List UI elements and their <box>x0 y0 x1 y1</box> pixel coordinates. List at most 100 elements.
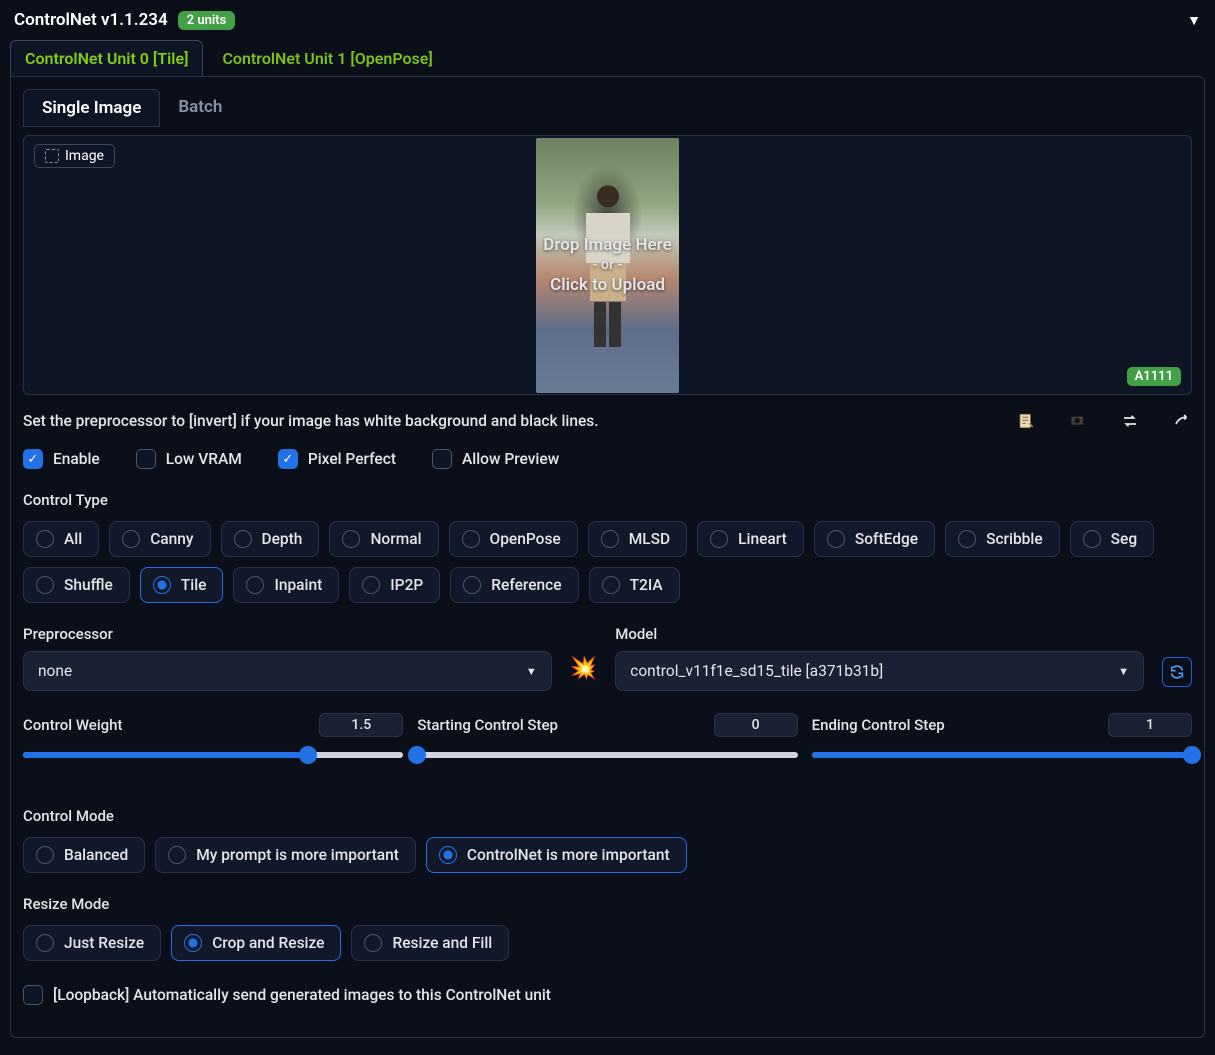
control-type-canny[interactable]: Canny <box>109 521 210 557</box>
radio-dot <box>601 530 619 548</box>
image-action-icons <box>1016 411 1192 431</box>
a1111-badge: A1111 <box>1127 367 1181 386</box>
radio-dot <box>342 530 360 548</box>
control-type-mlsd[interactable]: MLSD <box>588 521 687 557</box>
image-dropzone[interactable]: Image Drop Image Here - or - Click to Up… <box>23 135 1192 395</box>
radio-dot <box>463 576 481 594</box>
cb-allow-preview[interactable]: Allow Preview <box>432 449 559 469</box>
image-chip-label: Image <box>65 148 104 164</box>
cb-label: Enable <box>53 450 100 468</box>
slider-track[interactable] <box>23 743 403 767</box>
radio-dot <box>36 530 54 548</box>
slider-label: Starting Control Step <box>417 716 558 734</box>
preprocessor-select[interactable]: none ▼ <box>23 651 552 691</box>
tab-label: ControlNet Unit 1 [OpenPose] <box>222 49 432 68</box>
radio-dot <box>710 530 728 548</box>
resize-mode-crop-and-resize[interactable]: Crop and Resize <box>171 925 341 961</box>
radio-label: Seg <box>1111 530 1137 548</box>
slider-value-input[interactable]: 1.5 <box>319 713 403 737</box>
radio-dot <box>958 530 976 548</box>
preprocessor-col: Preprocessor none ▼ <box>23 625 552 691</box>
sub-tab-batch[interactable]: Batch <box>160 89 240 127</box>
radio-label: All <box>64 530 82 548</box>
webcam-icon[interactable] <box>1068 411 1088 431</box>
slider-starting-step: Starting Control Step 0 <box>417 713 797 767</box>
control-type-tile[interactable]: Tile <box>140 567 224 603</box>
sub-tab-label: Single Image <box>42 98 141 118</box>
run-preprocessor-icon[interactable]: 💥 <box>570 656 597 691</box>
swap-icon[interactable] <box>1120 411 1140 431</box>
slider-control-weight: Control Weight 1.5 <box>23 713 403 767</box>
collapse-caret-icon[interactable]: ▼ <box>1187 12 1201 29</box>
control-type-t2ia[interactable]: T2IA <box>589 567 680 603</box>
resize-mode-resize-and-fill[interactable]: Resize and Fill <box>351 925 509 961</box>
preprocessor-value: none <box>38 662 72 680</box>
send-icon[interactable] <box>1172 411 1192 431</box>
slider-value-input[interactable]: 1 <box>1108 713 1192 737</box>
slider-ending-step: Ending Control Step 1 <box>812 713 1192 767</box>
control-type-seg[interactable]: Seg <box>1070 521 1154 557</box>
model-value: control_v11f1e_sd15_tile [a371b31b] <box>630 662 883 680</box>
control-type-ip2p[interactable]: IP2P <box>349 567 440 603</box>
drop-text-or: - or - <box>592 257 622 273</box>
radio-label: Just Resize <box>64 934 144 952</box>
control-type-scribble[interactable]: Scribble <box>945 521 1060 557</box>
unit-tabs: ControlNet Unit 0 [Tile] ControlNet Unit… <box>0 40 1215 76</box>
cb-low-vram[interactable]: Low VRAM <box>136 449 242 469</box>
control-type-openpose[interactable]: OpenPose <box>449 521 578 557</box>
control-type-inpaint[interactable]: Inpaint <box>233 567 339 603</box>
control-mode-label: Control Mode <box>23 807 1192 825</box>
control-mode-options: Balanced My prompt is more important Contr… <box>23 837 1192 873</box>
control-type-lineart[interactable]: Lineart <box>697 521 804 557</box>
refresh-models-button[interactable] <box>1162 657 1192 687</box>
control-mode-balanced[interactable]: Balanced <box>23 837 145 873</box>
model-col: Model control_v11f1e_sd15_tile [a371b31b… <box>615 625 1144 691</box>
radio-dot <box>36 576 54 594</box>
cb-pixel-perfect[interactable]: ✓Pixel Perfect <box>278 449 396 469</box>
radio-label: IP2P <box>390 576 423 594</box>
sub-tab-single-image[interactable]: Single Image <box>23 89 160 127</box>
control-type-all[interactable]: All <box>23 521 99 557</box>
model-select[interactable]: control_v11f1e_sd15_tile [a371b31b] ▼ <box>615 651 1144 691</box>
new-canvas-icon[interactable] <box>1016 411 1036 431</box>
radio-dot <box>234 530 252 548</box>
control-type-depth[interactable]: Depth <box>221 521 320 557</box>
control-type-shuffle[interactable]: Shuffle <box>23 567 130 603</box>
preprocessor-model-row: Preprocessor none ▼ 💥 Model control_v11f… <box>23 625 1192 691</box>
slider-track[interactable] <box>812 743 1192 767</box>
image-preview: Drop Image Here - or - Click to Upload <box>536 138 679 393</box>
cb-loopback[interactable]: [Loopback] Automatically send generated … <box>23 985 1192 1005</box>
control-mode-controlnet-is-more-important[interactable]: ControlNet is more important <box>426 837 687 873</box>
radio-label: Canny <box>150 530 193 548</box>
radio-dot <box>1083 530 1101 548</box>
panel-header[interactable]: ControlNet v1.1.234 2 units ▼ <box>0 0 1215 40</box>
resize-mode-just-resize[interactable]: Just Resize <box>23 925 161 961</box>
radio-label: ControlNet is more important <box>467 846 670 864</box>
model-label: Model <box>615 625 1144 643</box>
image-icon <box>45 149 59 163</box>
control-type-reference[interactable]: Reference <box>450 567 578 603</box>
radio-dot <box>362 576 380 594</box>
radio-dot <box>168 846 186 864</box>
radio-label: My prompt is more important <box>196 846 399 864</box>
tab-unit-0[interactable]: ControlNet Unit 0 [Tile] <box>10 40 203 76</box>
control-type-normal[interactable]: Normal <box>329 521 438 557</box>
drop-text-1: Drop Image Here <box>543 235 672 255</box>
slider-value-input[interactable]: 0 <box>714 713 798 737</box>
radio-dot <box>36 934 54 952</box>
control-type-softedge[interactable]: SoftEdge <box>814 521 935 557</box>
cb-enable[interactable]: ✓Enable <box>23 449 100 469</box>
checkbox-row: ✓Enable Low VRAM ✓Pixel Perfect Allow Pr… <box>23 449 1192 469</box>
slider-track[interactable] <box>417 743 797 767</box>
control-mode-my-prompt-is-more-important[interactable]: My prompt is more important <box>155 837 416 873</box>
radio-dot <box>602 576 620 594</box>
panel-title: ControlNet v1.1.234 <box>14 10 168 30</box>
radio-label: SoftEdge <box>855 530 918 548</box>
preprocessor-label: Preprocessor <box>23 625 552 643</box>
unit-body: Single Image Batch Image Drop Image Here… <box>10 76 1205 1038</box>
radio-label: T2IA <box>630 576 663 594</box>
radio-label: OpenPose <box>490 530 561 548</box>
tab-label: ControlNet Unit 0 [Tile] <box>25 49 188 68</box>
cb-label: [Loopback] Automatically send generated … <box>53 986 551 1004</box>
tab-unit-1[interactable]: ControlNet Unit 1 [OpenPose] <box>207 40 447 76</box>
